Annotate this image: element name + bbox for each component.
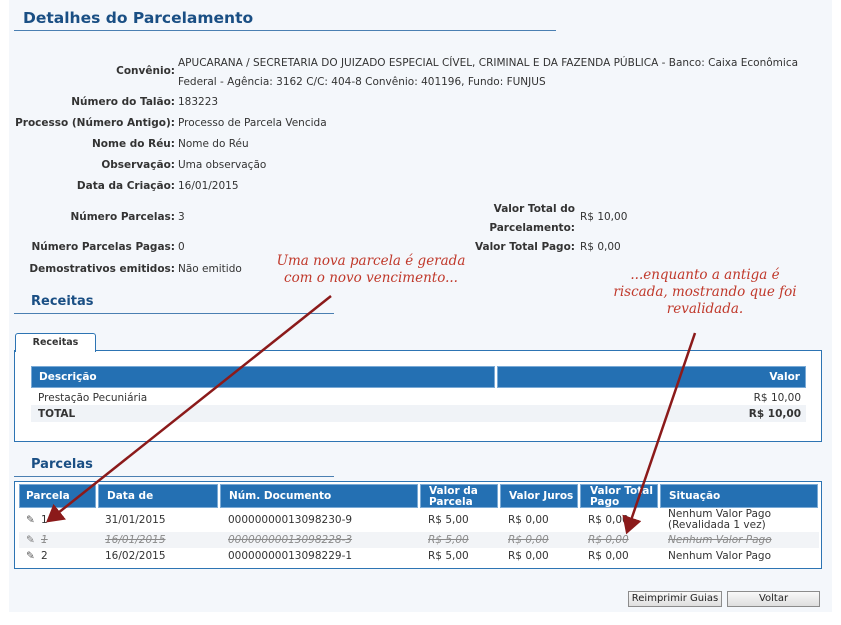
arrow-to-old-installment [622,332,697,535]
arrow-to-new-installment [46,295,332,523]
annotation-arrows [46,295,697,535]
